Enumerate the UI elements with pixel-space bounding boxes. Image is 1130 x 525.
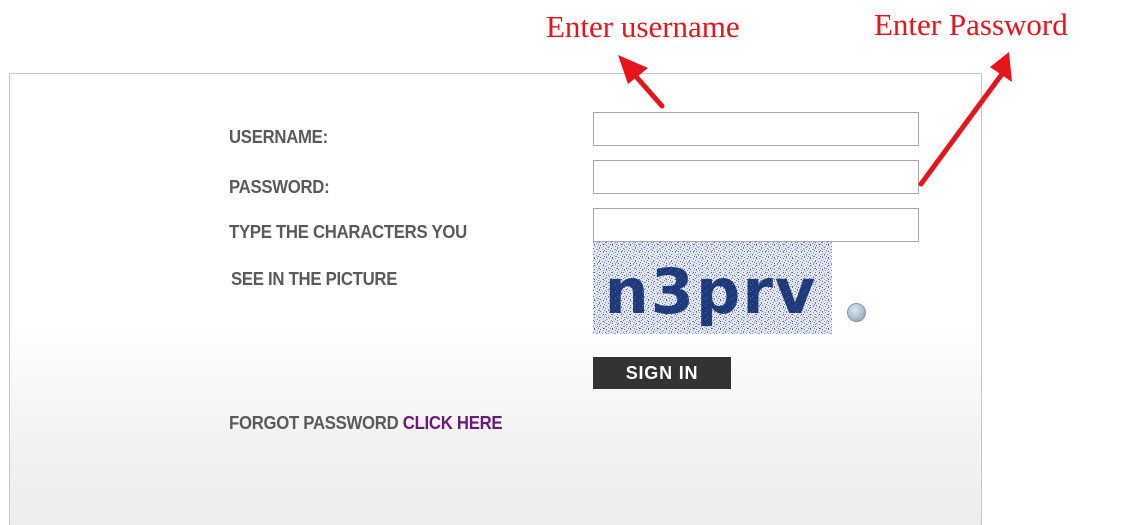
password-annotation: Enter Password	[874, 7, 1068, 42]
password-label: PASSWORD:	[229, 177, 330, 197]
captcha-label-line2: SEE IN THE PICTURE	[231, 269, 398, 289]
password-input[interactable]	[593, 160, 919, 194]
username-annotation: Enter username	[546, 9, 740, 44]
username-input[interactable]	[593, 112, 919, 146]
forgot-password-text: FORGOT PASSWORD	[229, 413, 399, 433]
username-label: USERNAME:	[229, 127, 328, 147]
forgot-password-link[interactable]: CLICK HERE	[403, 413, 503, 433]
captcha-graphic: n3prv	[593, 242, 832, 334]
refresh-icon[interactable]	[847, 303, 866, 322]
forgot-password-row: FORGOT PASSWORD CLICK HERE	[229, 413, 503, 433]
captcha-input[interactable]	[593, 208, 919, 242]
page: Enter username Enter Password USERNAME: …	[0, 0, 1130, 525]
login-panel: USERNAME: PASSWORD: TYPE THE CHARACTERS …	[9, 73, 982, 525]
captcha-image: n3prv	[593, 242, 832, 334]
sign-in-button[interactable]: SIGN IN	[593, 357, 731, 389]
captcha-label-line1: TYPE THE CHARACTERS YOU	[229, 222, 467, 242]
